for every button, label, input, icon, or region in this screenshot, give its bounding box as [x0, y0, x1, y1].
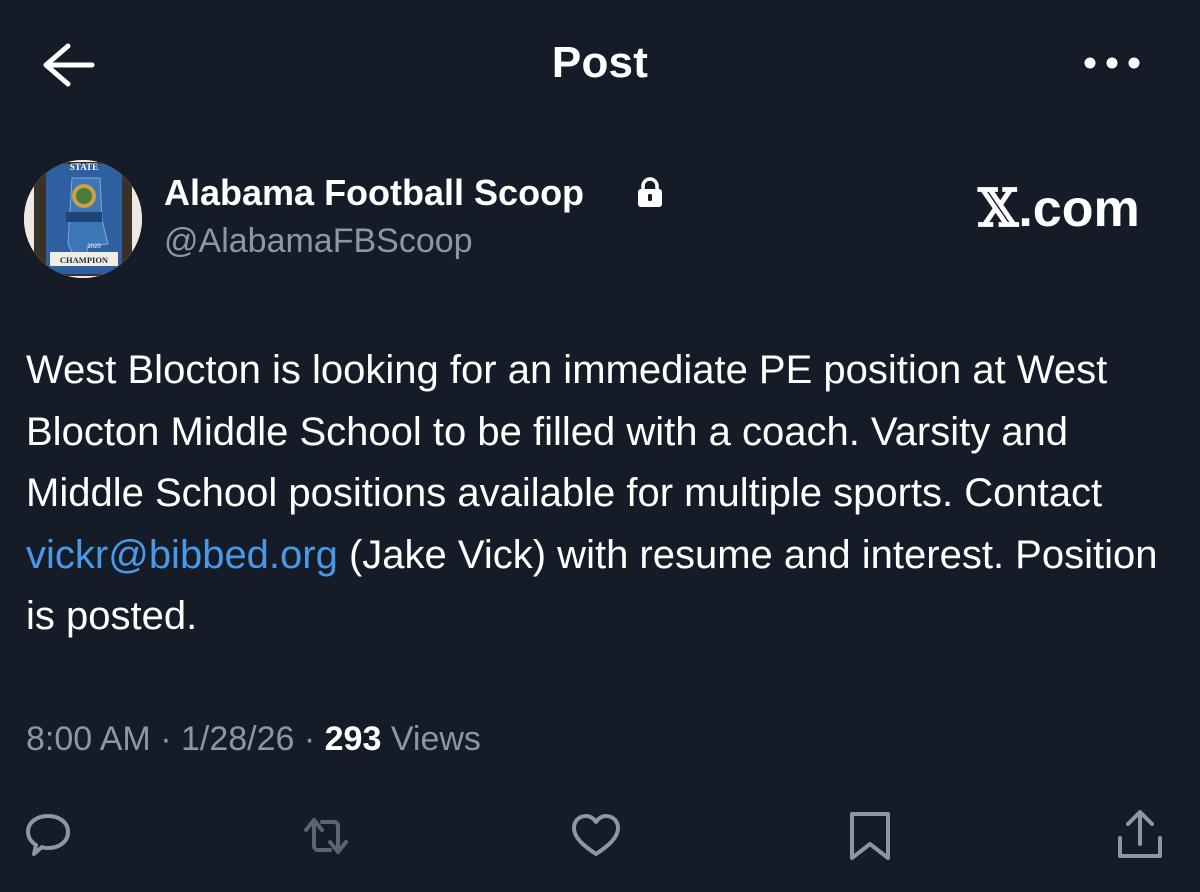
meta-separator: · [150, 720, 181, 758]
post-text-part: West Blocton is looking for an immediate… [26, 348, 1108, 515]
brand-x: 𝕏 [978, 178, 1019, 239]
repost-button[interactable] [298, 808, 354, 864]
meta-separator: · [294, 720, 325, 758]
lock-icon [636, 176, 664, 208]
post-date: 1/28/26 [180, 720, 295, 758]
avatar-year: 2020 [87, 244, 101, 250]
bookmark-button[interactable] [842, 808, 898, 864]
bookmark-icon [850, 812, 890, 860]
email-link[interactable]: vickr@bibbed.org [26, 533, 338, 577]
heart-icon [572, 814, 620, 856]
share-button[interactable] [1112, 808, 1168, 864]
avatar-bottom-text: CHAMPION [60, 255, 109, 265]
avatar-top-text: STATE [70, 162, 98, 172]
author-name[interactable]: Alabama Football Scoop [164, 172, 584, 214]
more-options-button[interactable] [1080, 48, 1144, 78]
avatar-image: STATE 2020 CHAMPION [24, 160, 142, 278]
more-horizontal-icon [1084, 57, 1140, 69]
post-text: West Blocton is looking for an immediate… [26, 340, 1176, 648]
views-count[interactable]: 293 [325, 720, 382, 758]
post-detail-screen: Post STATE 2020 CHAMPION Alabama Footbal… [0, 0, 1200, 892]
reply-button[interactable] [20, 808, 76, 864]
page-title: Post [551, 38, 649, 87]
post-meta: 8:00 AM · 1/28/26 · 293 Views [26, 720, 481, 759]
author-handle[interactable]: @AlabamaFBScoop [164, 222, 473, 261]
brand-suffix: .com [1018, 180, 1140, 238]
brand-watermark: 𝕏.com [978, 178, 1140, 239]
views-label[interactable]: Views [381, 720, 481, 758]
reply-icon [26, 814, 70, 856]
post-time: 8:00 AM [26, 720, 151, 758]
like-button[interactable] [568, 808, 624, 864]
repost-icon [304, 818, 348, 854]
avatar[interactable]: STATE 2020 CHAMPION [24, 160, 142, 278]
share-icon [1118, 810, 1162, 858]
